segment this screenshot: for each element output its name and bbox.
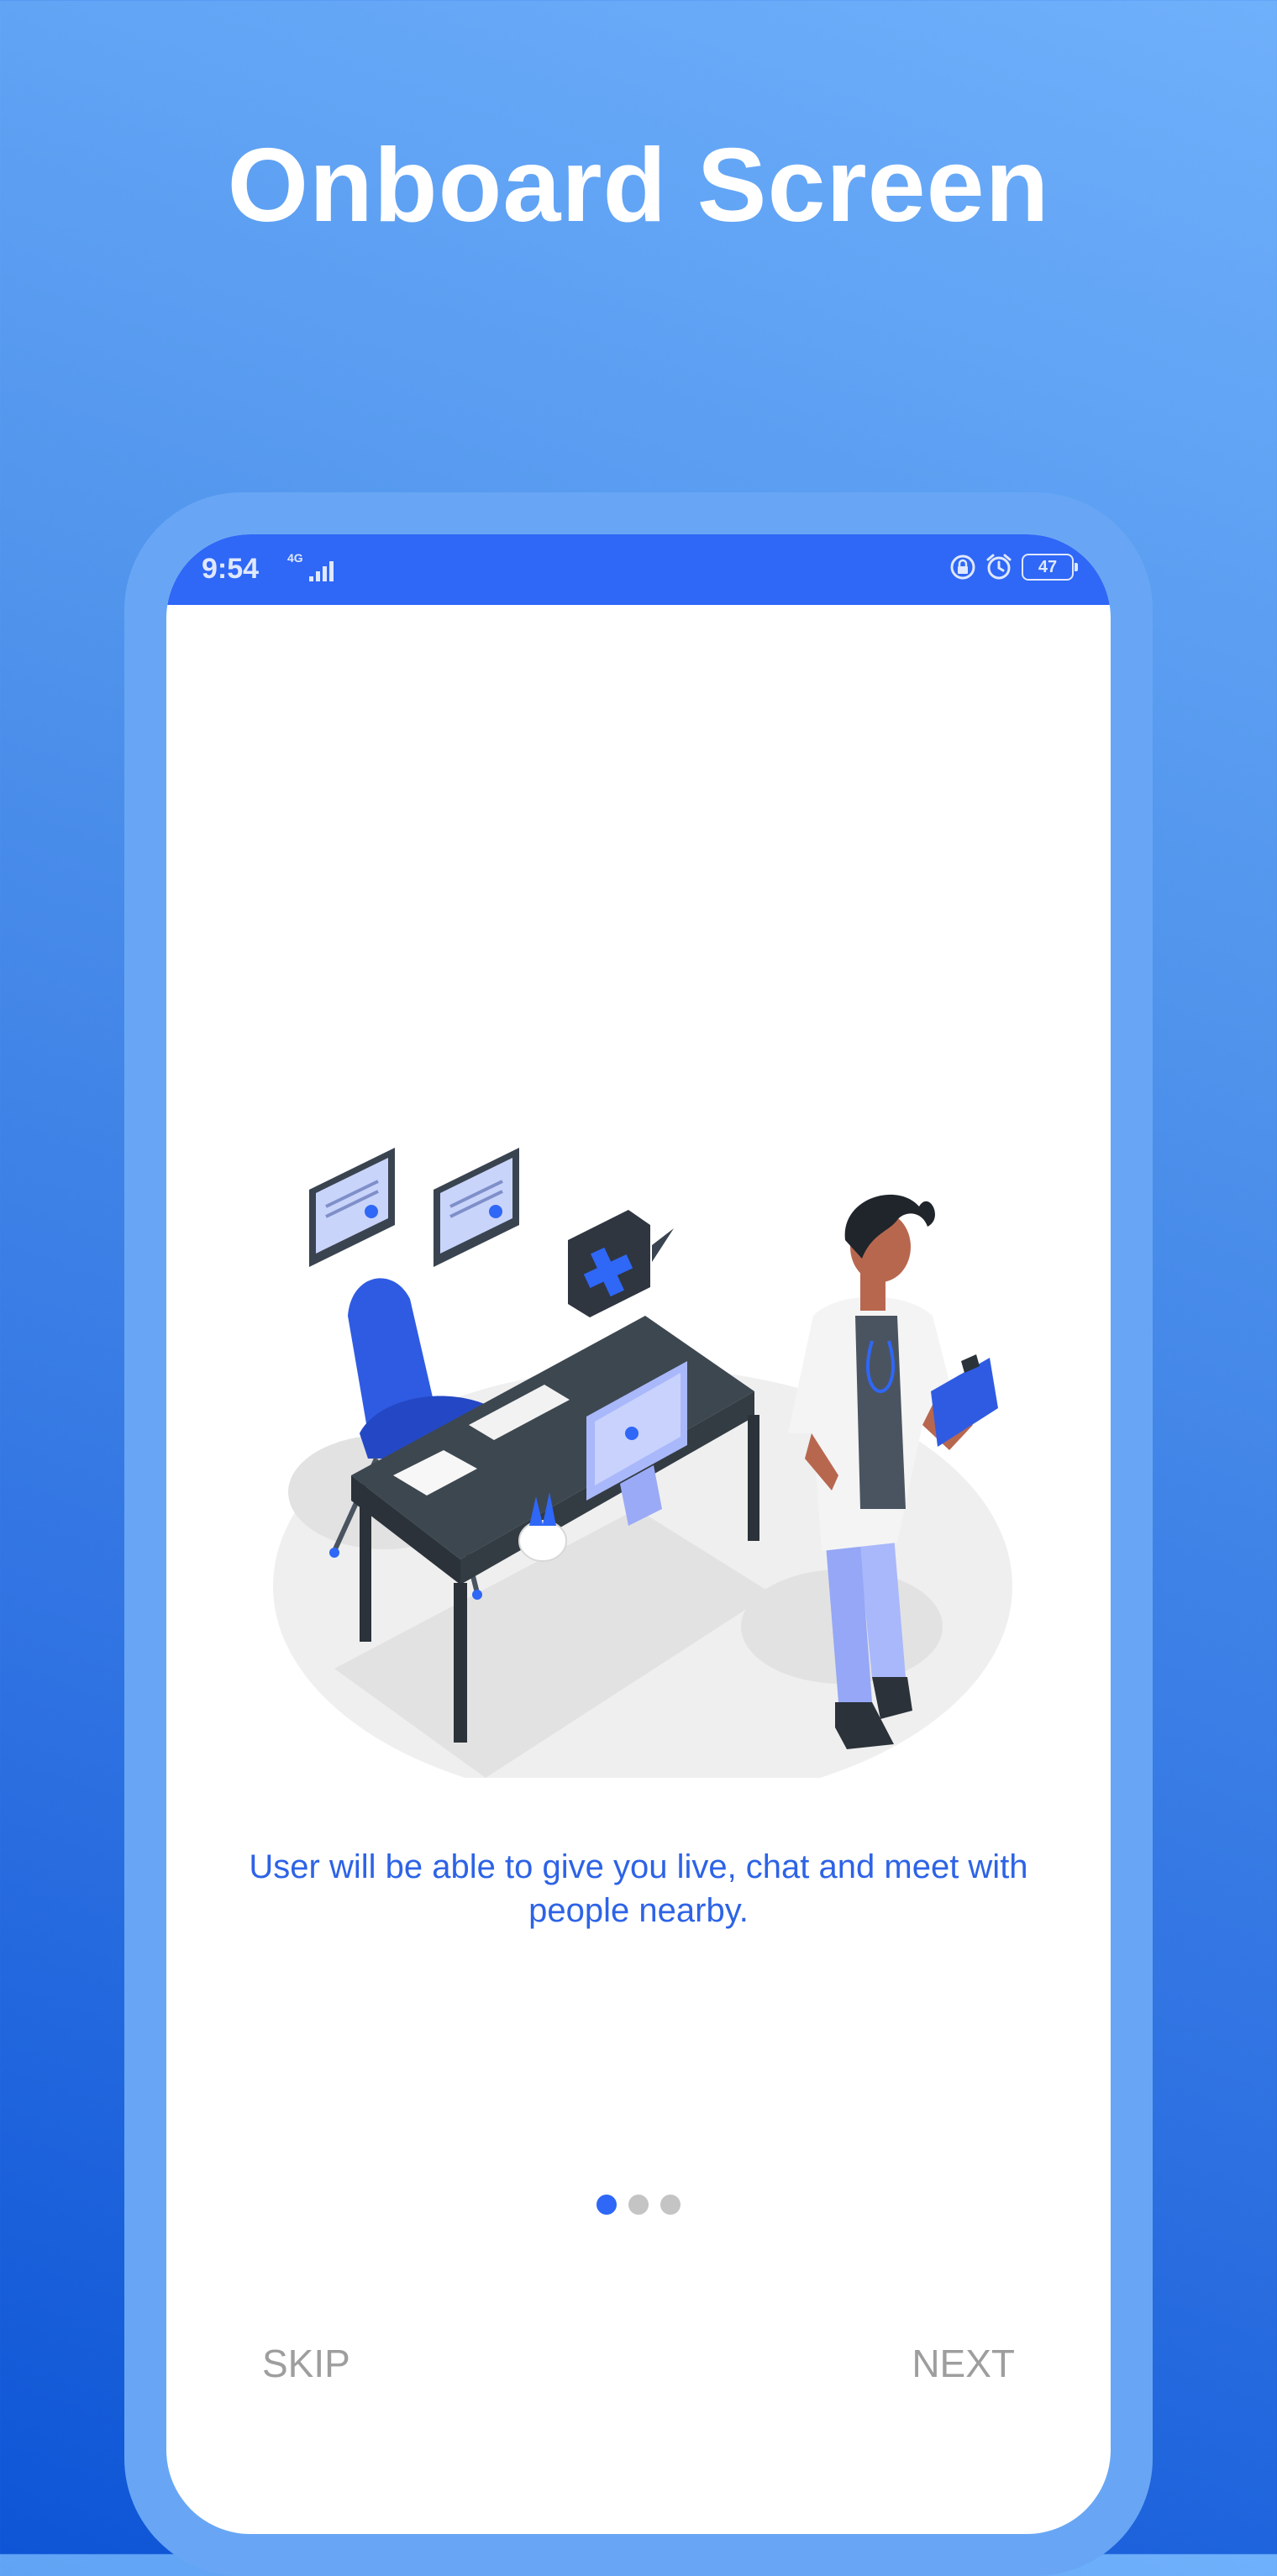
page-title: Onboard Screen bbox=[227, 128, 1050, 244]
status-time: 9:54 bbox=[202, 553, 260, 585]
signal-icon bbox=[309, 561, 334, 581]
doctor-illustration bbox=[273, 1148, 1012, 1778]
skip-button[interactable]: SKIP bbox=[262, 2341, 350, 2386]
alarm-icon bbox=[986, 554, 1012, 580]
page-dot[interactable] bbox=[628, 2195, 649, 2215]
next-button[interactable]: NEXT bbox=[912, 2341, 1015, 2386]
phone-frame: 9:54 4G 47 User will be able to give you… bbox=[124, 492, 1153, 2576]
phone-screen: 9:54 4G 47 User will be able to give you… bbox=[166, 534, 1111, 2534]
onboarding-description: User will be able to give you live, chat… bbox=[249, 1848, 1028, 1929]
page-dot-active[interactable] bbox=[596, 2195, 617, 2215]
lock-icon bbox=[950, 555, 975, 580]
network-type: 4G bbox=[287, 551, 303, 565]
battery-icon: 47 bbox=[1022, 554, 1078, 581]
page-dot[interactable] bbox=[660, 2195, 681, 2215]
status-bar: 9:54 4G 47 bbox=[166, 534, 1111, 605]
page-indicator bbox=[166, 2195, 1111, 2215]
battery-level: 47 bbox=[1038, 557, 1058, 576]
